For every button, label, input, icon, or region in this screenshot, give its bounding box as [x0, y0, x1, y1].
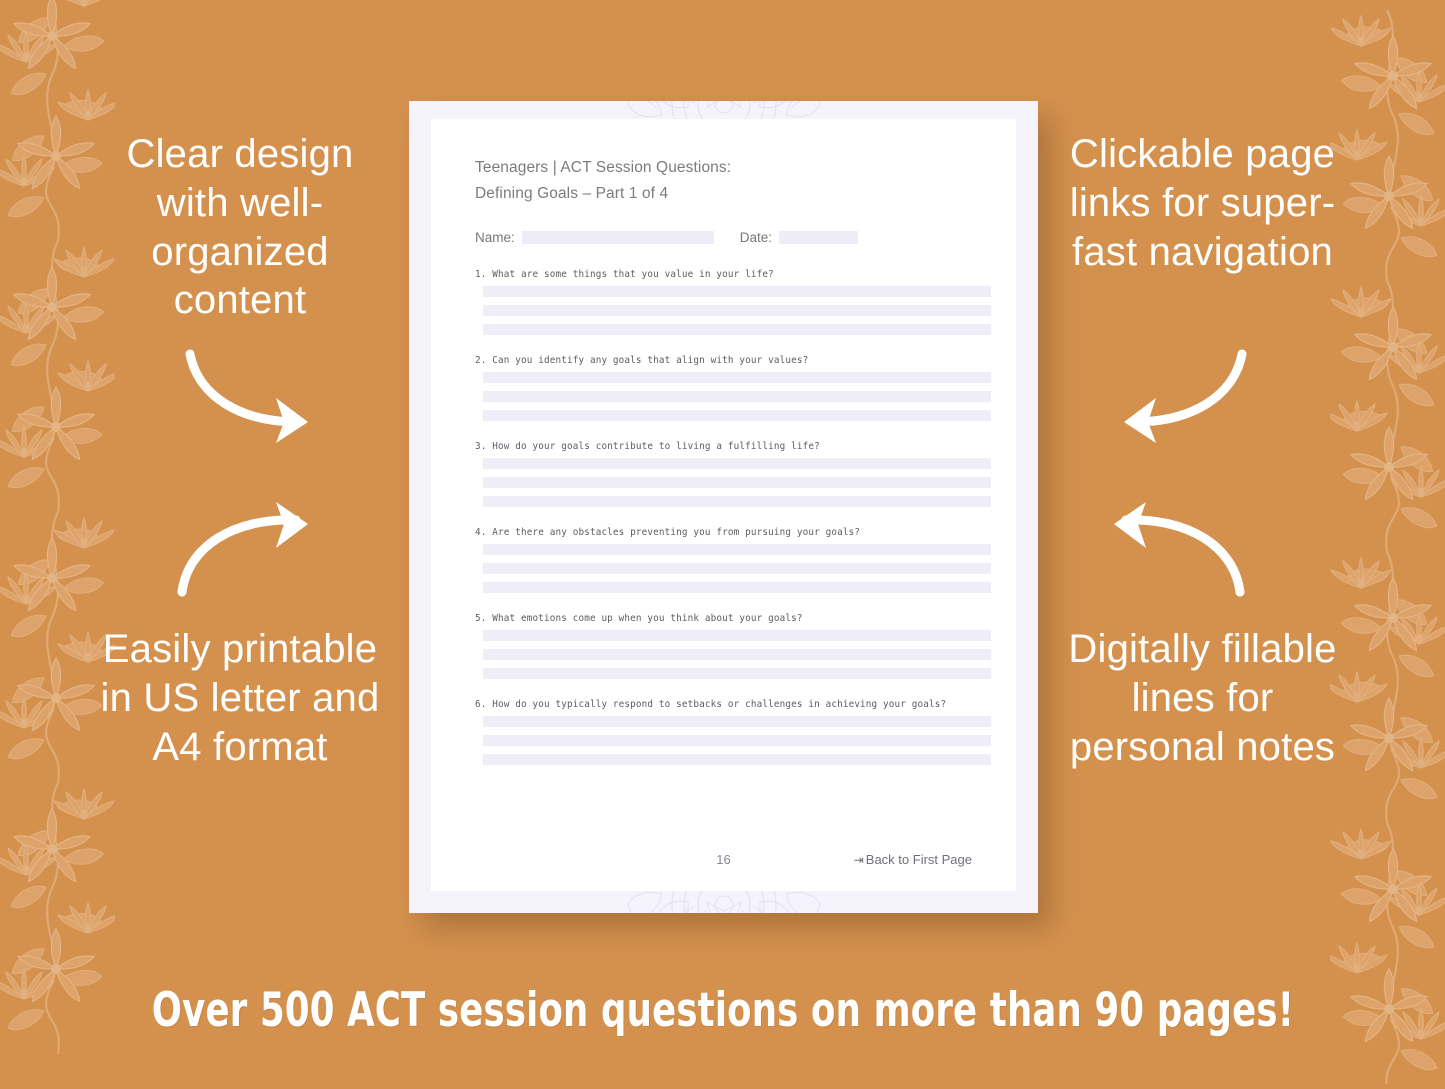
back-arrow-icon: ⇥ — [853, 853, 864, 867]
back-to-first-page-link[interactable]: ⇥ Back to First Page — [854, 852, 972, 867]
name-field[interactable] — [521, 230, 714, 244]
curved-arrow-left-up-icon — [1082, 500, 1252, 605]
question-text: 1. What are some things that you value i… — [475, 268, 774, 280]
date-field[interactable] — [779, 230, 859, 244]
name-date-row: Name: Date: — [475, 230, 972, 245]
answer-line[interactable] — [483, 323, 991, 335]
curved-arrow-right-up-icon — [172, 500, 332, 605]
questions-list: 1. What are some things that you value i… — [475, 268, 991, 765]
answer-lines — [483, 629, 991, 679]
worksheet-page-border: Teenagers | ACT Session Questions: Defin… — [409, 101, 1038, 913]
promo-text-top-left: Clear design with well-organized content — [126, 132, 354, 323]
promo-text-bottom-left: Easily printable in US letter and A4 for… — [100, 627, 380, 769]
bottom-banner: Over 500 ACT session questions on more t… — [0, 936, 1445, 1084]
question-text: 4. Are there any obstacles preventing yo… — [475, 526, 861, 538]
question-text: 3. How do your goals contribute to livin… — [475, 440, 820, 452]
question-block: 6. How do you typically respond to setba… — [475, 698, 991, 765]
answer-line[interactable] — [483, 715, 991, 727]
page-number: 16 — [716, 852, 731, 867]
answer-line[interactable] — [483, 371, 991, 383]
answer-line[interactable] — [483, 457, 991, 469]
question-block: 3. How do your goals contribute to livin… — [475, 440, 991, 507]
promo-canvas: Clear design with well-organized content… — [0, 0, 1445, 1084]
worksheet-title-line-1: Teenagers | ACT Session Questions: — [475, 159, 732, 176]
answer-lines — [483, 285, 991, 335]
answer-lines — [483, 543, 991, 593]
question-block: 4. Are there any obstacles preventing yo… — [475, 526, 991, 593]
answer-line[interactable] — [483, 734, 991, 746]
answer-line[interactable] — [483, 390, 991, 402]
question-block: 1. What are some things that you value i… — [475, 268, 991, 335]
answer-line[interactable] — [483, 476, 991, 488]
answer-line[interactable] — [483, 285, 991, 297]
answer-line[interactable] — [483, 667, 991, 679]
question-text: 5. What emotions come up when you think … — [475, 612, 803, 624]
answer-lines — [483, 715, 991, 765]
answer-line[interactable] — [483, 629, 991, 641]
worksheet-footer: 16 ⇥ Back to First Page — [475, 852, 972, 867]
answer-lines — [483, 457, 991, 507]
answer-lines — [483, 371, 991, 421]
question-text: 6. How do you typically respond to setba… — [475, 698, 947, 710]
question-block: 2. Can you identify any goals that align… — [475, 354, 991, 421]
answer-line[interactable] — [483, 543, 991, 555]
answer-line[interactable] — [483, 409, 991, 421]
question-text: 2. Can you identify any goals that align… — [475, 354, 809, 366]
answer-line[interactable] — [483, 581, 991, 593]
worksheet-title-line-2: Defining Goals – Part 1 of 4 — [475, 185, 669, 203]
date-label: Date: — [739, 229, 773, 245]
worksheet-content: Teenagers | ACT Session Questions: Defin… — [431, 119, 1016, 891]
promo-text-bottom-right: Digitally fillable lines for personal no… — [1068, 627, 1337, 769]
worksheet-title: Teenagers | ACT Session Questions: Defin… — [475, 155, 972, 208]
name-label: Name: — [475, 229, 515, 245]
answer-line[interactable] — [483, 304, 991, 316]
curved-arrow-left-down-icon — [1092, 348, 1252, 453]
question-block: 5. What emotions come up when you think … — [475, 612, 991, 679]
bottom-banner-text: Over 500 ACT session questions on more t… — [151, 982, 1294, 1038]
answer-line[interactable] — [483, 648, 991, 660]
answer-line[interactable] — [483, 562, 991, 574]
answer-line[interactable] — [483, 495, 991, 507]
answer-line[interactable] — [483, 753, 991, 765]
back-to-first-page-label: Back to First Page — [865, 852, 972, 867]
promo-text-top-right: Clickable page links for super-fast navi… — [1069, 132, 1336, 274]
worksheet-preview[interactable]: Teenagers | ACT Session Questions: Defin… — [409, 101, 1038, 913]
curved-arrow-right-down-icon — [180, 348, 340, 453]
